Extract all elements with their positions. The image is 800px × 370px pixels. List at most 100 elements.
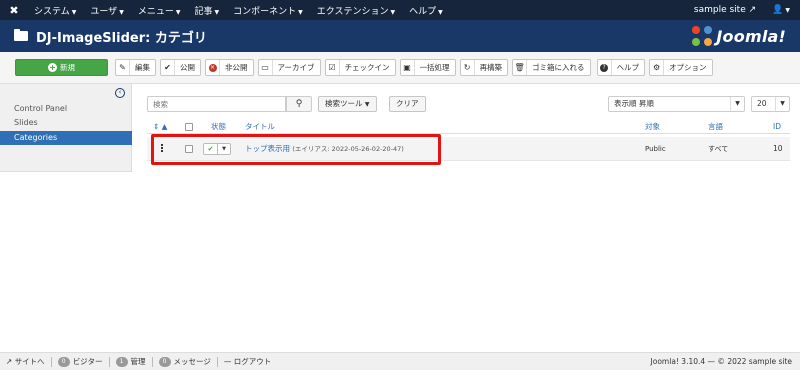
checkin-button[interactable]: ☑ チェックイン (324, 59, 396, 76)
caret-down-icon: ▼ (71, 8, 77, 16)
search-input[interactable] (147, 96, 286, 112)
divider (108, 356, 110, 367)
table-header: ⇕ ▲ 状態 タイトル 対象 言語 ID (147, 120, 790, 134)
search-button[interactable]: ⚲ (286, 96, 312, 112)
ordering-sort-icon[interactable]: ⇕ ▲ (153, 120, 167, 134)
edit-button[interactable]: ✎ 編集 (115, 59, 156, 76)
external-link-icon: ↗ (748, 5, 757, 15)
minus-icon: — (223, 357, 232, 366)
sidebar-item-control-panel[interactable]: Control Panel (0, 102, 132, 116)
logo-text: Joomla! (716, 26, 786, 46)
caret-down-icon: ▼ (214, 8, 220, 16)
button-label: ヘルプ (616, 63, 640, 72)
joomla-logo: Joomla! (692, 26, 786, 46)
sidebar-item-slides[interactable]: Slides (0, 116, 132, 130)
options-button[interactable]: ⚙ オプション (649, 59, 713, 76)
page-header: DJ-ImageSlider: カテゴリ Joomla! (0, 20, 800, 52)
row-language: すべて (708, 145, 729, 153)
topnav-right: sample site ↗ 👤 ▼ (694, 5, 800, 15)
divider (151, 356, 153, 367)
caret-down-icon: ▼ (298, 8, 303, 16)
visitors-link[interactable]: 0 ビジター (57, 356, 103, 367)
button-label: 編集 (135, 63, 150, 72)
sort-select[interactable]: 表示順 昇順 ▼ (608, 96, 745, 112)
footer-label: ビジター (72, 357, 103, 366)
menu-system[interactable]: システム ▼ (34, 4, 76, 17)
caret-down-icon: ▼ (730, 97, 744, 111)
column-language[interactable]: 言語 (708, 120, 723, 134)
limit-select[interactable]: 20 ▼ (751, 96, 790, 112)
column-id[interactable]: ID (773, 120, 781, 134)
batch-button[interactable]: ▣ 一括処理 (399, 59, 456, 76)
check-icon: ✔ (161, 60, 175, 75)
menu-users[interactable]: ユーザ ▼ (90, 4, 123, 17)
button-label: 非公開 (225, 63, 248, 72)
caret-down-icon: ▼ (390, 8, 396, 16)
publish-button[interactable]: ✔ 公開 (160, 59, 201, 76)
caret-down-icon: ▼ (175, 8, 181, 16)
menu-label: 記事 (194, 6, 213, 17)
user-icon: 👤 (772, 5, 784, 15)
folder-icon (14, 29, 28, 41)
checkin-icon: ☑ (326, 60, 340, 75)
archive-icon: ▭ (259, 60, 273, 75)
page-title: DJ-ImageSlider: カテゴリ (36, 30, 207, 46)
status-bar: ↗ サイトへ 0 ビジター 1 管理 0 メッセージ — ログアウト Joomla! … (0, 352, 800, 370)
logout-link[interactable]: — ログアウト (224, 356, 271, 367)
new-button[interactable]: + 新規 (15, 59, 108, 76)
search-tools-button[interactable]: 検索ツール ▼ (318, 96, 377, 112)
unpublish-button[interactable]: × 非公開 (205, 59, 254, 76)
footer-label: サイトへ (14, 357, 45, 366)
button-label: 再構築 (479, 63, 503, 72)
edit-icon: ✎ (116, 60, 130, 75)
menu-label: ヘルプ (409, 6, 437, 17)
button-label: 一括処理 (419, 63, 450, 72)
button-label: 公開 (180, 63, 195, 72)
trash-icon: 🗑 (513, 60, 528, 75)
help-button[interactable]: ? ヘルプ (596, 59, 646, 76)
select-value: 20 (757, 99, 767, 108)
sidebar-toggle-icon[interactable]: ‹ (115, 88, 125, 98)
menu-content[interactable]: 記事 ▼ (194, 4, 219, 17)
rebuild-button[interactable]: ↻ 再構築 (459, 59, 509, 76)
trash-button[interactable]: 🗑 ゴミ箱に入れる (512, 59, 591, 76)
clear-button[interactable]: クリア (389, 96, 426, 112)
question-icon: ? (598, 60, 612, 75)
select-all-checkbox[interactable] (185, 123, 193, 131)
column-title[interactable]: タイトル (245, 120, 275, 134)
sidebar: ‹ Control Panel Slides Categories (0, 84, 132, 172)
menu-menus[interactable]: メニュー ▼ (138, 4, 181, 17)
messages-link[interactable]: 0 メッセージ (158, 356, 211, 367)
button-label: ゴミ箱に入れる (532, 63, 585, 72)
footer-label: ログアウト (233, 357, 272, 366)
view-site-link[interactable]: ↗ サイトへ (6, 356, 45, 367)
site-link[interactable]: sample site ↗ (694, 5, 756, 15)
menu-label: メニュー (137, 6, 174, 17)
archive-button[interactable]: ▭ アーカイブ (257, 59, 321, 76)
main-menu: システム ▼ ユーザ ▼ メニュー ▼ 記事 ▼ コンポーネント ▼ エクステンション ▼ … (34, 4, 457, 17)
menu-extensions[interactable]: エクステンション ▼ (317, 4, 395, 17)
menu-help[interactable]: ヘルプ ▼ (409, 4, 443, 17)
button-label: 検索ツール (325, 99, 363, 108)
menu-components[interactable]: コンポーネント ▼ (233, 4, 303, 17)
user-menu[interactable]: 👤 ▼ (772, 5, 790, 15)
footer-label: 管理 (130, 357, 146, 366)
admins-link[interactable]: 1 管理 (115, 356, 146, 367)
admins-count-badge: 1 (115, 356, 128, 367)
caret-down-icon: ▼ (785, 7, 790, 14)
menu-label: コンポーネント (233, 6, 297, 17)
column-access[interactable]: 対象 (645, 120, 660, 134)
top-navbar: ✖ システム ▼ ユーザ ▼ メニュー ▼ 記事 ▼ コンポーネント ▼ エクステンション… (0, 0, 800, 20)
menu-label: システム (34, 6, 70, 17)
column-status[interactable]: 状態 (211, 120, 226, 134)
select-value: 表示順 昇順 (614, 99, 654, 108)
button-label: アーカイブ (277, 63, 315, 72)
external-link-icon: ↗ (6, 357, 13, 366)
highlight-box (151, 134, 441, 165)
sidebar-item-categories[interactable]: Categories (0, 131, 132, 145)
joomla-icon[interactable]: ✖ (6, 0, 22, 20)
messages-count-badge: 0 (158, 356, 171, 367)
batch-icon: ▣ (401, 60, 415, 75)
divider (216, 356, 218, 367)
divider (50, 356, 52, 367)
